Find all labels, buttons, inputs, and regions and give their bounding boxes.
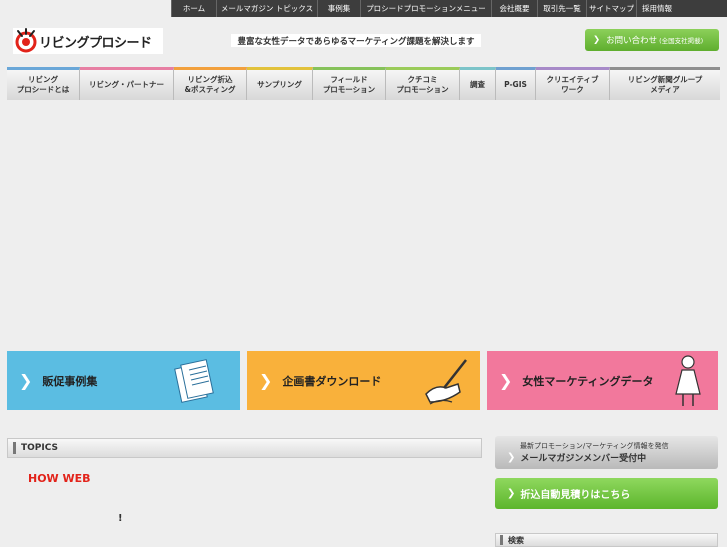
main-nav: リビング プロシードとは リビング・パートナー リビング折込 &ポスティング サンプ… bbox=[7, 67, 720, 100]
banner-label: 販促事例集 bbox=[42, 374, 98, 388]
heading-bar bbox=[13, 442, 16, 454]
logo-mark-icon bbox=[15, 28, 37, 53]
nav-group-media[interactable]: リビング新聞グループ メディア bbox=[610, 67, 720, 100]
nav-sampling[interactable]: サンプリング bbox=[247, 67, 313, 100]
nav-creative[interactable]: クリエイティブ ワーク bbox=[536, 67, 610, 100]
topnav-sitemap[interactable]: サイトマップ bbox=[586, 0, 636, 17]
hand-writing-icon bbox=[425, 359, 467, 405]
banner-label: 企画書ダウンロード bbox=[282, 374, 382, 388]
chevron-right-icon: ❯ bbox=[507, 488, 516, 499]
woman-icon bbox=[675, 355, 701, 406]
nav-insert-posting[interactable]: リビング折込 &ポスティング bbox=[174, 67, 247, 100]
topnav-clients[interactable]: 取引先一覧 bbox=[537, 0, 586, 17]
topnav-cases[interactable]: 事例集 bbox=[317, 0, 360, 17]
topnav-recruit[interactable]: 採用情報 bbox=[636, 0, 677, 17]
banner-label: 女性マーケティングデータ bbox=[522, 374, 654, 388]
mailmag-subtext: 最新プロモーション/マーケティング情報を発信 bbox=[520, 442, 669, 450]
logo-text: リビングプロシード bbox=[39, 35, 152, 51]
top-utility-nav: ホーム メールマガジン トピックス 事例集 プロシードプロモーションメニュー 会… bbox=[171, 0, 727, 17]
auto-estimate-button[interactable]: ❯ 折込自動見積りはこちら bbox=[495, 478, 718, 509]
estimate-label: 折込自動見積りはこちら bbox=[520, 490, 631, 501]
site-logo[interactable]: リビングプロシード bbox=[13, 28, 163, 54]
chevron-right-icon: ❯ bbox=[593, 35, 601, 45]
nav-partner[interactable]: リビング・パートナー bbox=[80, 67, 174, 100]
documents-icon bbox=[174, 359, 214, 403]
topnav-home[interactable]: ホーム bbox=[171, 0, 216, 17]
chevron-right-icon: ❯ bbox=[19, 371, 33, 390]
chevron-right-icon: ❯ bbox=[259, 371, 273, 390]
contact-note: (全国支社掲載) bbox=[659, 37, 704, 45]
topnav-menu[interactable]: プロシードプロモーションメニュー bbox=[360, 0, 491, 17]
nav-about[interactable]: リビング プロシードとは bbox=[7, 67, 80, 100]
topnav-mailmag[interactable]: メールマガジン トピックス bbox=[216, 0, 317, 17]
nav-pgis[interactable]: P-GIS bbox=[496, 67, 536, 100]
nav-kuchikomi[interactable]: クチコミ プロモーション bbox=[386, 67, 460, 100]
nav-field-promotion[interactable]: フィールド プロモーション bbox=[313, 67, 386, 100]
banner-women-marketing-data[interactable]: ❯ 女性マーケティングデータ bbox=[487, 351, 718, 410]
contact-label: お問い合わせ bbox=[606, 36, 658, 46]
topics-header: TOPICS bbox=[7, 438, 482, 458]
tagline: 豊富な女性データであらゆるマーケティング課題を解決します bbox=[231, 34, 481, 47]
nav-research[interactable]: 調査 bbox=[460, 67, 496, 100]
chevron-right-icon: ❯ bbox=[507, 452, 516, 463]
topics-item[interactable]: HOW WEB bbox=[28, 472, 91, 485]
mailmag-signup-button[interactable]: 最新プロモーション/マーケティング情報を発信 ❯ メールマガジンメンバー受付中 bbox=[495, 436, 718, 469]
heading-bar bbox=[500, 535, 503, 545]
contact-button[interactable]: ❯ お問い合わせ (全国支社掲載) bbox=[585, 29, 719, 51]
topics-heading: TOPICS bbox=[21, 443, 58, 453]
search-heading: 検索 bbox=[508, 535, 524, 545]
mailmag-label: メールマガジンメンバー受付中 bbox=[520, 454, 647, 464]
chevron-right-icon: ❯ bbox=[499, 371, 513, 390]
banner-case-studies[interactable]: ❯ 販促事例集 bbox=[7, 351, 240, 410]
topics-excl: ! bbox=[118, 513, 123, 524]
banner-proposal-download[interactable]: ❯ 企画書ダウンロード bbox=[247, 351, 480, 410]
topnav-company[interactable]: 会社概要 bbox=[491, 0, 537, 17]
